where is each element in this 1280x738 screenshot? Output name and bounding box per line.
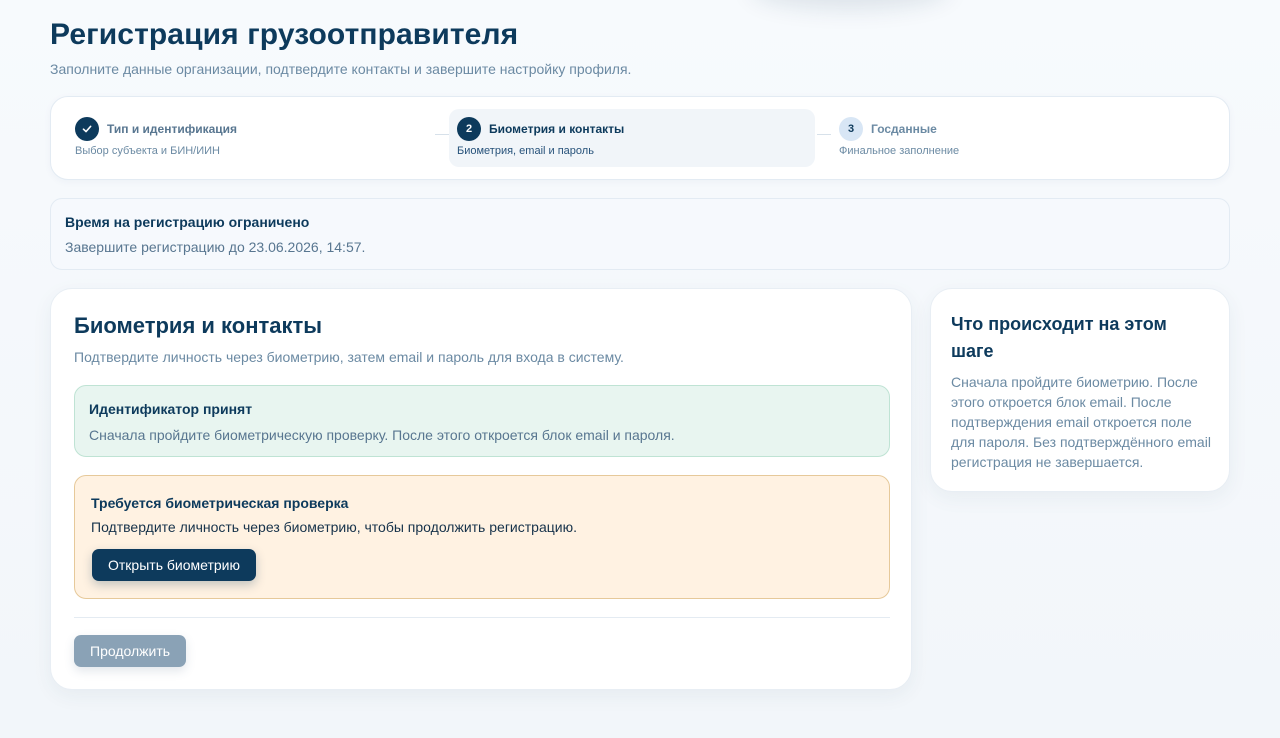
step-connector — [817, 134, 831, 135]
step-title: Госданные — [871, 122, 937, 136]
step-number: 3 — [839, 117, 863, 141]
check-icon — [75, 117, 99, 141]
page-title: Регистрация грузоотправителя — [50, 18, 519, 51]
alert-title: Требуется биометрическая проверка — [91, 495, 349, 511]
step-info-title: Что происходит на этом шаге — [951, 314, 1167, 361]
step-biometrics-contacts[interactable]: 2 Биометрия и контакты Биометрия, email … — [449, 109, 815, 167]
divider — [74, 617, 890, 618]
registration-stepper: Тип и идентификация Выбор субъекта и БИН… — [50, 96, 1230, 180]
identifier-accepted-alert: Идентификатор принят Сначала пройдите би… — [74, 385, 890, 457]
time-limit-banner: Время на регистрацию ограничено Завершит… — [50, 198, 1230, 270]
page-subtitle: Заполните данные организации, подтвердит… — [50, 61, 632, 77]
card-subtitle: Подтвердите личность через биометрию, за… — [74, 349, 624, 365]
card-title: Биометрия и контакты — [74, 313, 323, 338]
step-connector — [435, 134, 449, 135]
time-limit-title: Время на регистрацию ограничено — [65, 214, 310, 230]
alert-text: Сначала пройдите биометрическую проверку… — [89, 427, 675, 443]
biometric-required-alert: Требуется биометрическая проверка Подтве… — [74, 475, 890, 599]
open-biometrics-button[interactable]: Открыть биометрию — [92, 549, 256, 581]
step-description: Выбор субъекта и БИН/ИИН — [75, 145, 220, 157]
alert-text: Подтвердите личность через биометрию, чт… — [91, 519, 577, 535]
step-description: Финальное заполнение — [839, 145, 960, 157]
step-number: 2 — [457, 117, 481, 141]
step-description: Биометрия, email и пароль — [457, 145, 594, 157]
continue-button[interactable]: Продолжить — [74, 635, 187, 667]
alert-title: Идентификатор принят — [89, 401, 253, 417]
step-title: Тип и идентификация — [107, 122, 238, 136]
step-info-text: Сначала пройдите биометрию. После этого … — [951, 374, 1211, 470]
biometrics-card: Биометрия и контакты Подтвердите личност… — [50, 288, 912, 690]
time-limit-text: Завершите регистрацию до 23.06.2026, 14:… — [65, 239, 366, 255]
step-state-data[interactable]: 3 Госданные Финальное заполнение — [831, 109, 1211, 167]
step-title: Биометрия и контакты — [489, 122, 625, 136]
step-type-identification[interactable]: Тип и идентификация Выбор субъекта и БИН… — [63, 109, 433, 167]
step-info-card: Что происходит на этом шаге Сначала прой… — [930, 288, 1230, 492]
